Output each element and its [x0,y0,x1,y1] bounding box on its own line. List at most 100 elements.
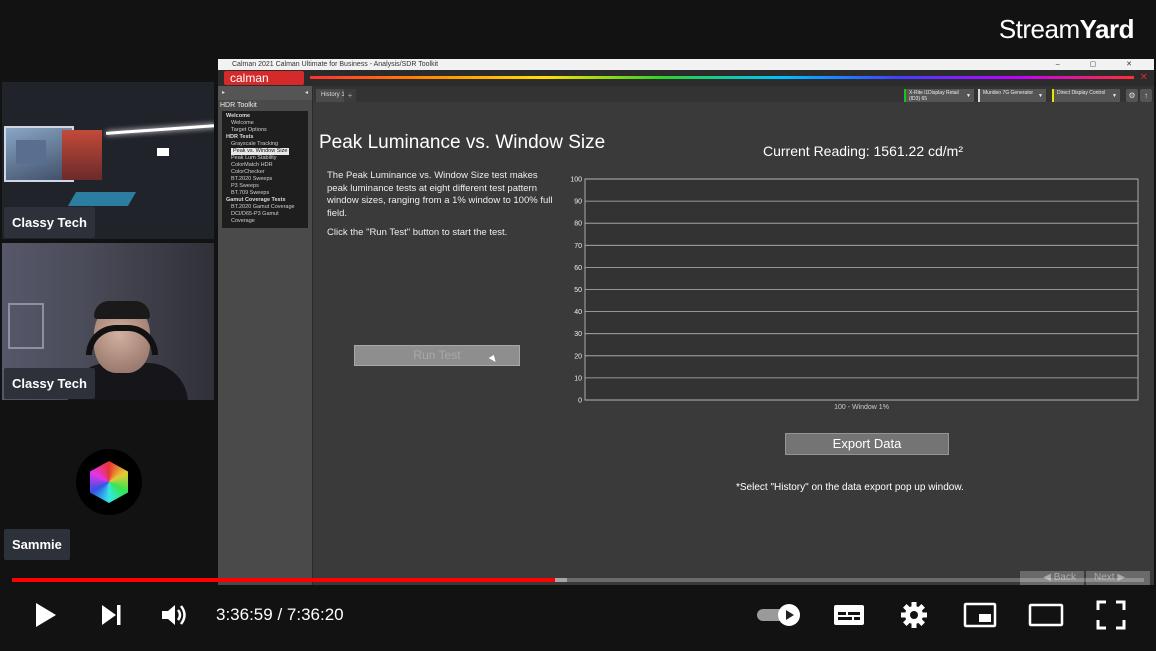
close-icon[interactable]: ✕ [1140,72,1148,83]
fullscreen-button[interactable] [1092,598,1130,632]
tree-item[interactable]: BT.2020 Gamut Coverage [226,204,304,211]
miniplayer-button[interactable] [961,598,999,632]
current-reading: Current Reading: 1561.22 cd/m² [763,143,963,159]
captions-icon [834,605,864,625]
chart-y-tick-label: 50 [574,287,582,294]
device-line1: Murideo 7G Generator [983,90,1034,96]
expand-icon[interactable]: ▸ [222,90,225,96]
tree-item[interactable]: DCI/D65-P3 Gamut Coverage [226,211,304,225]
skip-next-icon [102,605,121,625]
chevron-down-icon: ▼ [1038,93,1043,99]
tree-item[interactable]: Peak vs. Window Size [226,148,304,155]
tree-group[interactable]: Gamut Coverage Tests [226,197,304,204]
add-tab-button[interactable]: + [344,89,356,102]
next-video-button[interactable] [94,598,128,632]
play-button[interactable] [28,598,64,632]
window-title: Calman 2021 Calman Ultimate for Business… [232,61,439,68]
settings-button[interactable] [896,598,932,632]
menu-bar: calman ✕ [218,70,1154,86]
page-title: Peak Luminance vs. Window Size [319,132,606,153]
participant-name-tag: Classy Tech [4,207,95,238]
brand-part1: Stream [998,14,1080,44]
tree-item[interactable]: Welcome [226,120,304,127]
tree-item[interactable]: Peak Lum Stability [226,155,304,162]
miniplayer-icon [963,602,997,628]
device-line1: Direct Display Control [1057,90,1106,96]
scene-poster [62,130,102,180]
color-cube-icon [90,461,128,503]
tree-item[interactable]: P3 Sweeps [226,183,304,190]
autoplay-toggle[interactable] [754,598,804,632]
player-controls: 3:36:59 / 7:36:20 [0,590,1156,640]
intro-paragraph-2: Click the "Run Test" button to start the… [327,227,508,238]
theater-icon [1028,603,1064,627]
subtitles-button[interactable] [829,598,869,632]
volume-button[interactable] [156,598,192,632]
chevron-down-icon: ▼ [966,93,971,99]
fullscreen-icon [1096,600,1126,630]
progress-bar[interactable] [12,578,1144,582]
side-panel-title: HDR Toolkit [220,102,257,109]
display-device-selector[interactable]: Direct Display Control ▼ [1052,89,1120,102]
meter-device-selector[interactable]: X-Rite i1Display Retail (ID3) 65 ▼ [904,89,974,102]
theater-mode-button[interactable] [1026,598,1066,632]
chart-y-tick-label: 100 [570,177,582,184]
participant-tile-3: Sammie [2,405,214,565]
window-titlebar: Calman 2021 Calman Ultimate for Business… [218,59,1154,70]
color-cube-avatar [76,449,142,515]
person-hair [94,301,150,319]
workflow-side-panel: ▸ ◂ HDR Toolkit Welcome Welcome Target Opti… [218,86,313,585]
tab-bar: History 1 + X-Rite i1Display Retail (ID3… [314,86,1154,102]
time-display: 3:36:59 / 7:36:20 [216,605,344,624]
streamyard-watermark: StreamYard [998,14,1135,45]
generator-device-selector[interactable]: Murideo 7G Generator ▼ [978,89,1046,102]
tree-item[interactable]: BT.709 Sweeps [226,190,304,197]
tree-item-selected[interactable]: Peak vs. Window Size [231,148,290,155]
chart-x-label: 100 - Window 1% [834,404,889,411]
window-controls[interactable]: – ▢ ✕ [1056,59,1146,70]
intro-paragraph-1: The Peak Luminance vs. Window Size test … [327,170,553,219]
chart-y-tick-label: 90 [574,199,582,206]
workflow-content: Peak Luminance vs. Window Size The Peak … [314,102,1154,585]
run-test-button[interactable]: Run Test [354,345,520,366]
chart-y-tick-label: 80 [574,221,582,228]
tree-group[interactable]: HDR Tests [226,134,304,141]
participant-name-tag: Classy Tech [4,368,95,399]
progress-played [12,578,556,582]
scene-light-bar [106,124,214,135]
tree-item[interactable]: Grayscale Tracking [226,141,304,148]
tree-group[interactable]: Welcome [226,113,304,120]
arrow-up-icon[interactable]: ↑ [1140,89,1152,102]
chart-grid [584,178,1139,401]
tree-item[interactable]: ColorChecker [226,169,304,176]
chart-y-ticks: 0 10 20 30 40 50 60 70 80 90 100 [570,177,582,405]
chart-y-tick-label: 70 [574,243,582,250]
tree-item[interactable]: ColorMatch HDR [226,162,304,169]
tree-item[interactable]: BT.2020 Sweeps [226,176,304,183]
chart-y-tick-label: 10 [574,375,582,382]
logo-text: calman [230,71,269,85]
workflow-tree: Welcome Welcome Target Options HDR Tests Gra… [222,111,308,228]
volume-icon [162,605,186,625]
play-icon [36,603,56,627]
scene-window [8,303,44,349]
chart-y-tick-label: 60 [574,265,582,272]
export-note: *Select "History" on the data export pop… [736,482,964,493]
side-panel-header: ▸ ◂ [218,86,312,100]
scene-screen [16,140,46,164]
export-data-button[interactable]: Export Data [785,433,949,455]
participant-name-tag: Sammie [4,529,70,560]
chart-y-tick-label: 0 [578,398,582,405]
tree-item[interactable]: Target Options [226,127,304,134]
calman-logo-menu[interactable]: calman [224,71,304,85]
scene-light-spot [157,148,169,156]
autoplay-icon [757,604,800,626]
chevron-down-icon: ▼ [1112,93,1117,99]
chart-y-tick-label: 20 [574,353,582,360]
chart-y-tick-label: 30 [574,331,582,338]
participant-tile-2: Classy Tech [2,243,214,400]
brand-part2: Yard [1079,14,1135,44]
gear-icon[interactable]: ⚙ [1126,89,1138,102]
calman-window: Calman 2021 Calman Ultimate for Business… [218,59,1154,585]
collapse-icon[interactable]: ◂ [305,86,308,100]
